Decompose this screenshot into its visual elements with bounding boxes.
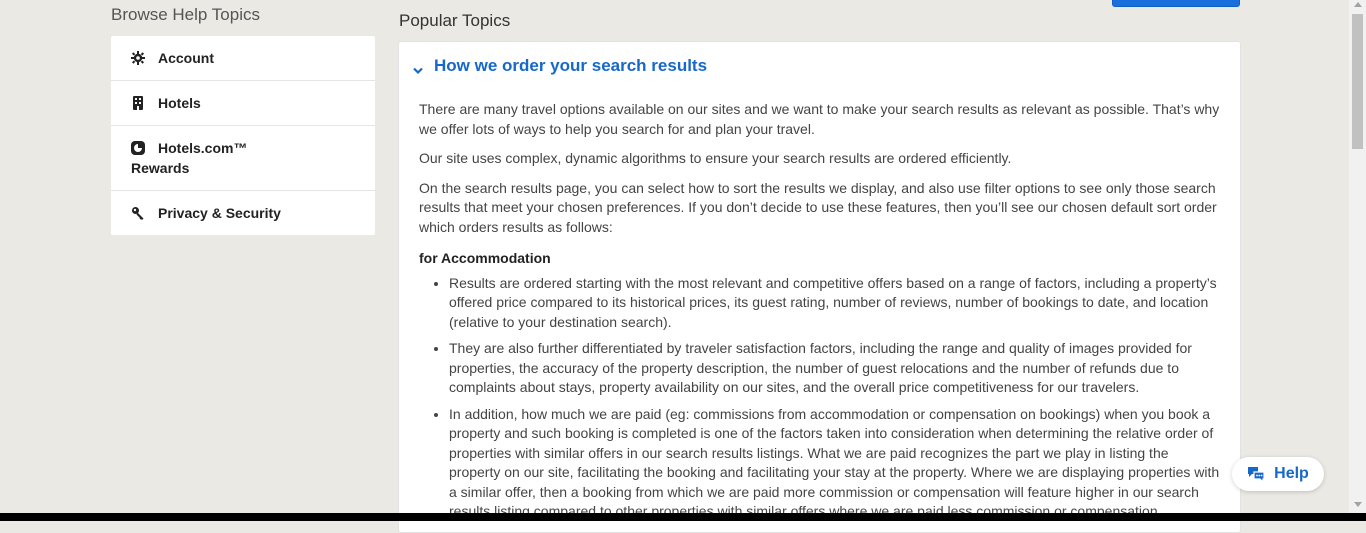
accordion-title: How we order your search results bbox=[434, 56, 708, 75]
help-label: Help bbox=[1274, 465, 1309, 482]
sidebar-item-label-line1: Hotels.com™ bbox=[158, 140, 248, 156]
subheading: for Accommodation bbox=[419, 250, 551, 266]
sidebar-item-hotels[interactable]: Hotels bbox=[111, 81, 375, 126]
sidebar-item-label: Privacy & Security bbox=[158, 205, 281, 221]
sidebar-item-privacy[interactable]: Privacy & Security bbox=[111, 191, 375, 235]
bullet-list: Results are ordered starting with the mo… bbox=[419, 274, 1223, 522]
list-item: Results are ordered starting with the mo… bbox=[449, 274, 1223, 333]
sidebar-item-rewards[interactable]: Hotels.com™ Rewards bbox=[111, 126, 375, 191]
paragraph: There are many travel options available … bbox=[419, 101, 1220, 137]
gear-icon bbox=[131, 51, 145, 65]
chevron-down-icon bbox=[412, 61, 424, 75]
sidebar-title: Browse Help Topics bbox=[111, 5, 260, 24]
sidebar-item-label: Account bbox=[158, 50, 214, 66]
topic-accordion-panel: How we order your search results There a… bbox=[398, 41, 1241, 533]
key-icon bbox=[131, 206, 145, 220]
scrollbar-thumb[interactable] bbox=[1352, 14, 1363, 149]
bottom-bar bbox=[0, 513, 1366, 521]
building-icon bbox=[131, 96, 145, 110]
list-item: They are also further differentiated by … bbox=[449, 339, 1223, 398]
top-action-button[interactable] bbox=[1112, 0, 1240, 7]
rewards-icon bbox=[131, 141, 145, 155]
page-title: Popular Topics bbox=[399, 11, 511, 30]
accordion-header[interactable]: How we order your search results bbox=[412, 56, 707, 76]
sidebar-item-label-line2: Rewards bbox=[131, 160, 190, 176]
scroll-up-arrow-icon[interactable] bbox=[1354, 2, 1362, 7]
paragraph: Our site uses complex, dynamic algorithm… bbox=[419, 150, 1012, 166]
scroll-down-arrow-icon[interactable] bbox=[1354, 502, 1362, 507]
list-item: In addition, how much we are paid (eg: c… bbox=[449, 405, 1223, 522]
help-topics-sidebar: Account Hotels Hotels.com™ Rewards Priva… bbox=[111, 36, 375, 235]
chat-icon bbox=[1247, 466, 1265, 482]
sidebar-item-account[interactable]: Account bbox=[111, 36, 375, 81]
help-button[interactable]: Help bbox=[1232, 457, 1324, 491]
paragraph: On the search results page, you can sele… bbox=[419, 179, 1217, 235]
sidebar-item-label: Hotels bbox=[158, 95, 201, 111]
article-body: There are many travel options available … bbox=[419, 100, 1223, 529]
